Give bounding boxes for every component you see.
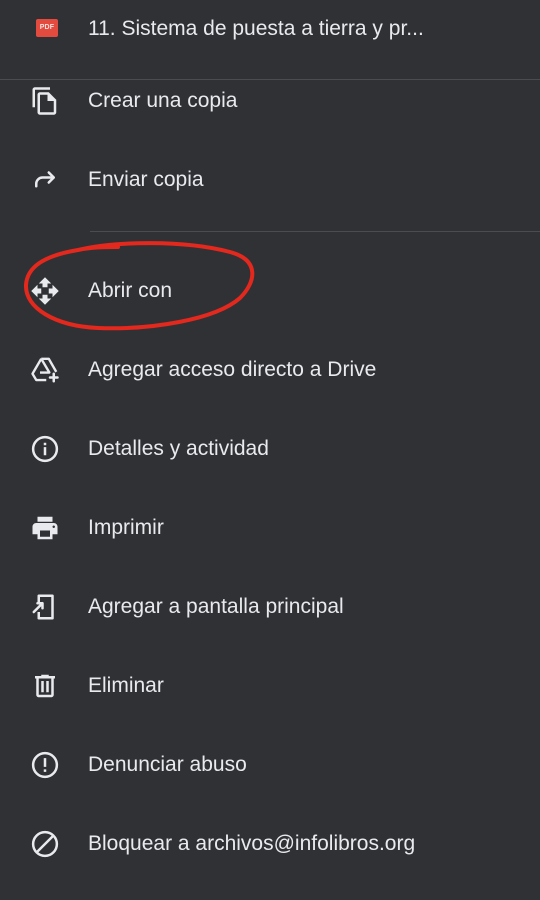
report-icon bbox=[30, 750, 60, 780]
menu-item-report-abuse[interactable]: Denunciar abuso bbox=[0, 737, 540, 793]
file-header: PDF 11. Sistema de puesta a tierra y pr.… bbox=[0, 0, 540, 80]
add-shortcut-drive-icon bbox=[30, 355, 60, 385]
menu-item-add-shortcut[interactable]: Agregar acceso directo a Drive bbox=[0, 342, 540, 398]
share-arrow-icon bbox=[30, 165, 60, 195]
menu-item-print[interactable]: Imprimir bbox=[0, 500, 540, 556]
menu-item-delete[interactable]: Eliminar bbox=[0, 658, 540, 714]
info-icon bbox=[30, 434, 60, 464]
pdf-file-icon: PDF bbox=[36, 19, 58, 37]
menu-item-details[interactable]: Detalles y actividad bbox=[0, 421, 540, 477]
menu-item-label: Eliminar bbox=[88, 674, 164, 697]
trash-icon bbox=[30, 671, 60, 701]
block-icon bbox=[30, 829, 60, 859]
menu-item-add-to-home[interactable]: Agregar a pantalla principal bbox=[0, 579, 540, 635]
menu-item-create-copy[interactable]: Crear una copia bbox=[0, 73, 540, 129]
menu-item-label: Agregar a pantalla principal bbox=[88, 595, 344, 618]
print-icon bbox=[30, 513, 60, 543]
menu-item-label: Enviar copia bbox=[88, 168, 204, 191]
menu-item-label: Abrir con bbox=[88, 279, 173, 302]
menu-item-label: Detalles y actividad bbox=[88, 437, 269, 460]
menu-item-label: Bloquear a archivos@infolibros.org bbox=[88, 832, 416, 855]
menu-item-block-user[interactable]: Bloquear a archivos@infolibros.org bbox=[0, 816, 540, 872]
menu-item-label: Denunciar abuso bbox=[88, 753, 247, 776]
menu-item-send-copy[interactable]: Enviar copia bbox=[0, 152, 540, 208]
menu-item-label: Agregar acceso directo a Drive bbox=[88, 358, 377, 381]
add-to-home-screen-icon bbox=[30, 592, 60, 622]
section-divider bbox=[90, 231, 540, 232]
open-with-icon bbox=[30, 276, 60, 306]
menu-item-label: Crear una copia bbox=[88, 89, 238, 112]
menu-item-label: Imprimir bbox=[88, 516, 164, 539]
menu-item-open-with[interactable]: Abrir con bbox=[0, 263, 540, 319]
file-name: 11. Sistema de puesta a tierra y pr... bbox=[88, 17, 424, 40]
copy-icon bbox=[30, 86, 60, 116]
